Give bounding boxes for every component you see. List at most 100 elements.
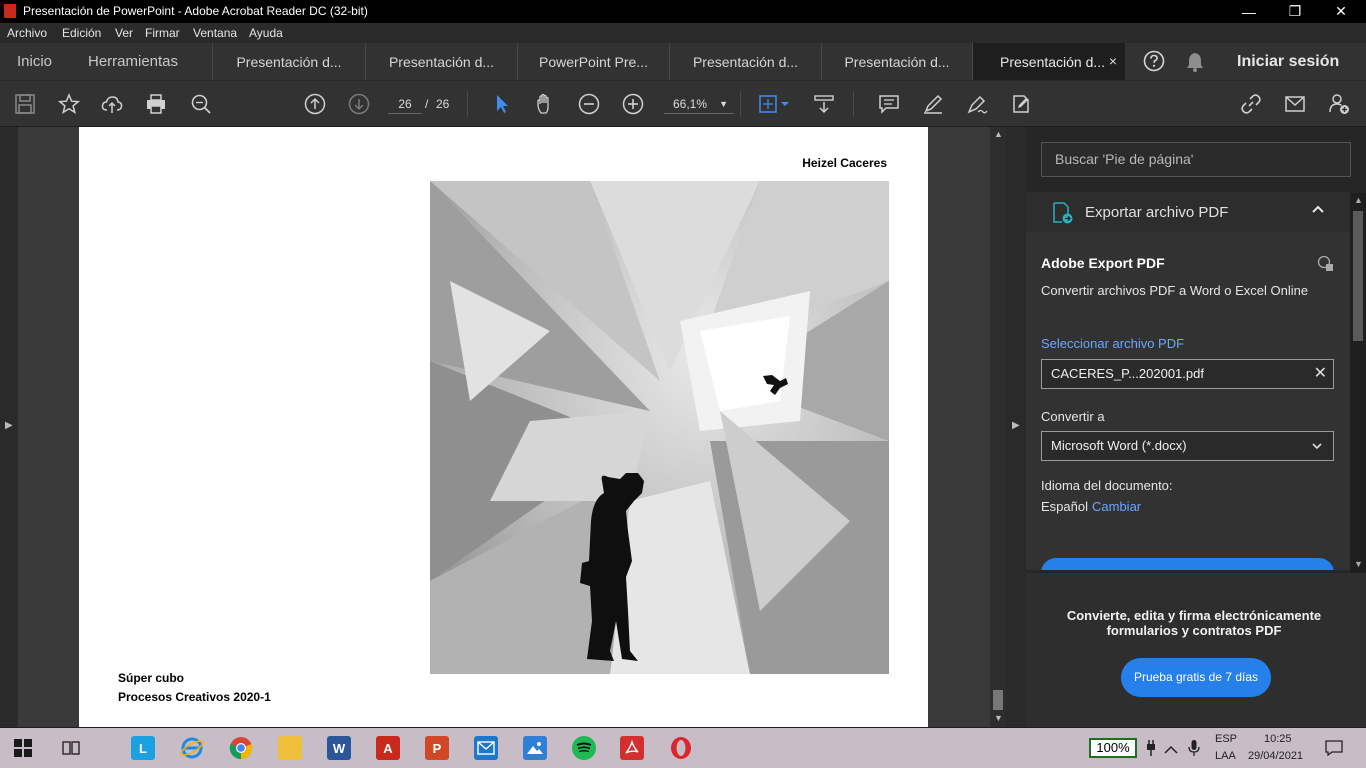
document-scrollbar[interactable]: ▲ ▼	[990, 127, 1006, 727]
menu-ayuda[interactable]: Ayuda	[249, 26, 283, 40]
zoom-level-dropdown[interactable]: 66,1% ▼	[664, 94, 734, 114]
start-windows-icon[interactable]	[14, 739, 32, 757]
word-icon[interactable]: W	[327, 736, 351, 760]
document-tab[interactable]: Presentación d...	[669, 43, 821, 80]
previous-page-icon[interactable]	[303, 92, 327, 116]
notification-center-icon[interactable]	[1325, 740, 1343, 757]
add-user-icon[interactable]	[1327, 92, 1351, 116]
email-icon[interactable]	[1283, 92, 1307, 116]
power-plug-icon[interactable]	[1145, 740, 1157, 756]
scroll-down-icon[interactable]: ▼	[1354, 559, 1363, 569]
copy-link-icon[interactable]	[1317, 255, 1335, 273]
next-page-icon[interactable]	[347, 92, 371, 116]
select-pdf-file-link[interactable]: Seleccionar archivo PDF	[1041, 336, 1184, 351]
battery-indicator[interactable]: 100%	[1089, 738, 1137, 758]
scrollbar-thumb[interactable]	[1353, 211, 1363, 341]
help-icon[interactable]	[1143, 50, 1165, 72]
sign-in-button[interactable]: Iniciar sesión	[1237, 53, 1339, 71]
internet-explorer-icon[interactable]	[180, 736, 204, 760]
microphone-icon[interactable]	[1188, 740, 1200, 756]
save-icon[interactable]	[13, 92, 37, 116]
page-number-input[interactable]: 26	[388, 94, 422, 114]
export-pdf-header[interactable]: Exportar archivo PDF	[1026, 192, 1350, 232]
fit-page-icon[interactable]	[757, 92, 791, 116]
tab-tools[interactable]: Herramientas	[88, 53, 178, 70]
zoom-out-icon[interactable]	[577, 92, 601, 116]
minimize-button[interactable]: —	[1226, 0, 1272, 23]
right-pane-splitter[interactable]: ▶	[1006, 127, 1026, 727]
print-icon[interactable]	[144, 92, 168, 116]
convert-button[interactable]	[1041, 558, 1334, 570]
autocad-icon[interactable]: A	[376, 736, 400, 760]
clock-time[interactable]: 10:25	[1264, 733, 1292, 745]
zoom-in-icon[interactable]	[621, 92, 645, 116]
notifications-bell-icon[interactable]	[1185, 51, 1205, 73]
close-window-button[interactable]: ✕	[1318, 0, 1364, 23]
title-bar: Presentación de PowerPoint - Adobe Acrob…	[0, 0, 1366, 23]
sign-pen-icon[interactable]	[965, 92, 989, 116]
highlight-pen-icon[interactable]	[921, 92, 945, 116]
zoom-search-icon[interactable]	[189, 92, 213, 116]
comment-icon[interactable]	[877, 92, 901, 116]
photos-icon[interactable]	[523, 736, 547, 760]
free-trial-button[interactable]: Prueba gratis de 7 días	[1121, 658, 1271, 697]
lms-app-icon[interactable]: L	[131, 736, 155, 760]
document-tab[interactable]: Presentación d...	[365, 43, 517, 80]
toolbar: 26 / 26 66,1% ▼	[0, 80, 1366, 126]
task-view-icon[interactable]	[62, 739, 80, 757]
toolbar-divider	[853, 91, 854, 117]
tools-search-input[interactable]: Buscar 'Pie de página'	[1041, 142, 1351, 177]
menu-ventana[interactable]: Ventana	[193, 26, 237, 40]
scroll-up-icon[interactable]: ▲	[1354, 195, 1363, 205]
document-tab-active[interactable]: Presentación d... ×	[973, 43, 1125, 80]
menu-firmar[interactable]: Firmar	[145, 26, 180, 40]
menu-edicion[interactable]: Edición	[62, 26, 101, 40]
scroll-up-icon[interactable]: ▲	[994, 129, 1003, 139]
menu-ver[interactable]: Ver	[115, 26, 133, 40]
tools-right-pane: Buscar 'Pie de página' Exportar archivo …	[1026, 127, 1366, 727]
convert-format-select[interactable]: Microsoft Word (*.docx)	[1041, 431, 1334, 461]
select-cursor-icon[interactable]	[490, 92, 514, 116]
chevron-up-icon[interactable]	[1311, 202, 1325, 219]
upload-cloud-icon[interactable]	[100, 92, 124, 116]
chevron-up-icon[interactable]	[1164, 742, 1178, 754]
acrobat-reader-icon[interactable]	[620, 736, 644, 760]
scroll-down-icon[interactable]: ▼	[994, 713, 1003, 723]
spotify-icon[interactable]	[572, 736, 596, 760]
cube-photo	[430, 181, 889, 674]
document-tab-label: PowerPoint Pre...	[539, 53, 648, 70]
share-link-icon[interactable]	[1239, 92, 1263, 116]
powerpoint-icon[interactable]: P	[425, 736, 449, 760]
bookmark-star-icon[interactable]	[57, 92, 81, 116]
promo-panel: Convierte, edita y firma electrónicament…	[1026, 573, 1366, 727]
mail-icon[interactable]	[474, 736, 498, 760]
opera-icon[interactable]	[669, 736, 693, 760]
selected-file-field[interactable]: CACERES_P...202001.pdf ✕	[1041, 359, 1334, 389]
file-explorer-icon[interactable]	[278, 736, 302, 760]
document-tab[interactable]: Presentación d...	[212, 43, 365, 80]
restore-button[interactable]: ❐	[1272, 0, 1318, 23]
export-service-title: Adobe Export PDF	[1041, 255, 1165, 271]
hand-tool-icon[interactable]	[533, 92, 557, 116]
input-language-bottom[interactable]: LAA	[1215, 750, 1236, 762]
expand-left-pane-icon[interactable]: ▶	[5, 420, 13, 431]
menu-archivo[interactable]: Archivo	[7, 26, 47, 40]
tab-home[interactable]: Inicio	[17, 53, 52, 70]
document-tab[interactable]: Presentación d...	[821, 43, 973, 80]
promo-text: Convierte, edita y firma electrónicament…	[1066, 608, 1322, 638]
document-tab-label: Presentación d...	[388, 53, 495, 70]
edit-pdf-icon[interactable]	[1009, 92, 1033, 116]
collapse-right-pane-icon[interactable]: ▶	[1012, 420, 1020, 431]
clear-file-icon[interactable]: ✕	[1314, 360, 1327, 388]
scrollbar-thumb[interactable]	[993, 690, 1003, 710]
total-pages: 26	[436, 97, 450, 111]
input-language-top[interactable]: ESP	[1215, 733, 1237, 745]
chrome-icon[interactable]	[229, 736, 253, 760]
right-pane-scrollbar[interactable]: ▲ ▼	[1350, 193, 1366, 573]
toolbar-divider	[467, 91, 468, 117]
clock-date[interactable]: 29/04/2021	[1248, 750, 1303, 762]
change-language-link[interactable]: Cambiar	[1092, 499, 1141, 514]
document-tab[interactable]: PowerPoint Pre...	[517, 43, 669, 80]
close-tab-icon[interactable]: ×	[1109, 53, 1117, 69]
scroll-mode-icon[interactable]	[812, 92, 836, 116]
